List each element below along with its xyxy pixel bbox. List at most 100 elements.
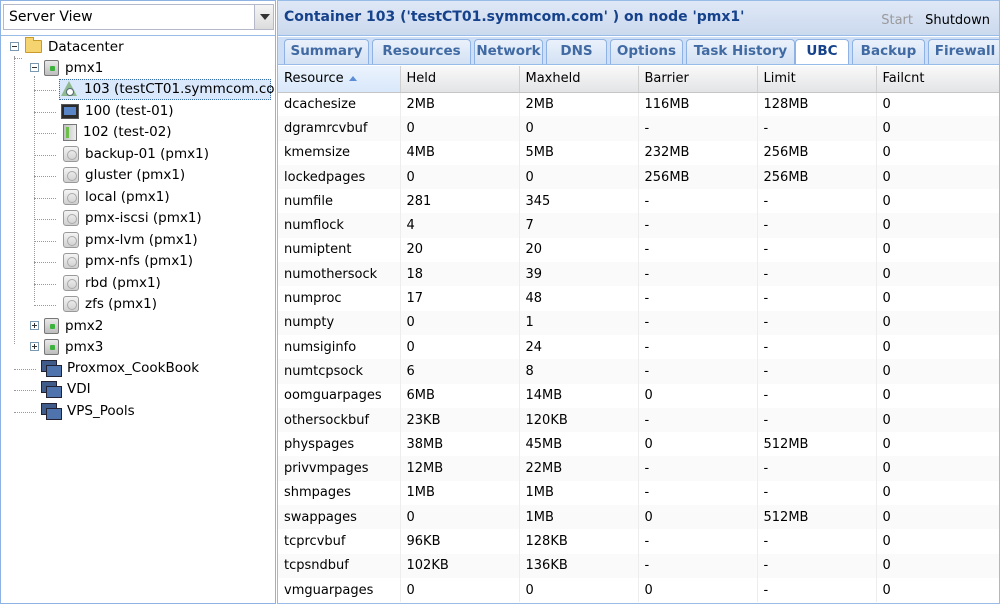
table-cell: - [757, 407, 877, 433]
tab-task-history[interactable]: Task History [686, 39, 795, 64]
tab-backup[interactable]: Backup [852, 39, 925, 64]
expand-pmx3-toggle[interactable] [30, 342, 39, 351]
table-cell: 0 [876, 189, 999, 214]
table-cell: 14MB [519, 383, 639, 408]
tree-node-storage[interactable]: backup-01 (pmx1) [63, 144, 212, 165]
table-row[interactable]: numtcpsock 6 8- -0 [278, 359, 999, 384]
table-row[interactable]: swappages 0 1MB 0 512MB 0 [278, 505, 999, 530]
table-row[interactable]: numpty 0 1- -0 [278, 310, 999, 335]
table-cell: - [757, 262, 877, 287]
tree-node-pool[interactable]: Proxmox_CookBook [41, 358, 202, 379]
table-cell: 136KB [519, 553, 639, 578]
tab-dns[interactable]: DNS [546, 39, 607, 64]
table-cell: - [638, 189, 758, 214]
table-row[interactable]: vmguarpages 0 0 0-0 [278, 577, 999, 603]
table-cell: - [638, 480, 758, 506]
table-cell: 24 [519, 334, 639, 360]
tab-network[interactable]: Network [474, 39, 543, 64]
tree-node-storage[interactable]: pmx-nfs (pmx1) [63, 251, 196, 272]
column-header-resource[interactable]: Resource [278, 66, 401, 93]
table-row[interactable]: physpages 38MB 45MB 0 512MB 0 [278, 432, 999, 457]
table-cell: 0 [876, 383, 999, 408]
column-header-failcnt[interactable]: Failcnt [876, 66, 999, 93]
table-cell: 0 [876, 553, 999, 578]
table-row[interactable]: dgramrcvbuf 0 0- -0 [278, 116, 999, 141]
tab-ubc[interactable]: UBC [795, 39, 849, 64]
tab-firewall[interactable]: Firewall [928, 39, 999, 64]
shutdown-button[interactable]: Shutdown [925, 13, 990, 28]
table-cell: physpages [278, 432, 401, 457]
table-cell: 7 [519, 213, 639, 238]
table-cell: 0 [876, 359, 999, 384]
table-row[interactable]: numothersock 18 39- -0 [278, 262, 999, 287]
table-cell: 256MB [757, 140, 877, 165]
folder-icon [25, 36, 42, 53]
tab-resources[interactable]: Resources [372, 39, 471, 64]
table-cell: - [757, 213, 877, 238]
tree-node-storage[interactable]: rbd (pmx1) [63, 273, 164, 294]
table-row[interactable]: oomguarpages 6MB 14MB 0-0 [278, 383, 999, 408]
table-row[interactable]: dcachesize 2MB 2MB 116MB 128MB 0 [278, 92, 999, 117]
table-row[interactable]: tcprcvbuf 96KB 128KB - -0 [278, 529, 999, 554]
table-row[interactable]: privvmpages 12MB 22MB - -0 [278, 456, 999, 481]
tree-node-storage[interactable]: local (pmx1) [63, 187, 173, 208]
tree-node-storage[interactable]: gluster (pmx1) [63, 165, 188, 186]
tree-node-pool[interactable]: VPS_Pools [41, 401, 138, 422]
column-header-barrier[interactable]: Barrier [638, 66, 758, 93]
tree-node-vm102[interactable]: 102 (test-02) [63, 122, 175, 143]
table-row[interactable]: numflock 4 7- -0 [278, 213, 999, 238]
table-cell: 0 [876, 262, 999, 287]
column-header-limit[interactable]: Limit [757, 66, 877, 93]
table-cell: - [638, 237, 758, 263]
table-cell: - [757, 310, 877, 335]
table-row[interactable]: lockedpages 0 0 256MB 256MB 0 [278, 164, 999, 190]
column-header-maxheld[interactable]: Maxheld [519, 66, 639, 93]
table-cell: 0 [876, 116, 999, 141]
tree-node-vm100[interactable]: 100 (test-01) [61, 101, 177, 122]
table-cell: 48 [519, 286, 639, 311]
storage-icon [63, 189, 79, 205]
tree-node-ct103[interactable]: 103 (testCT01.symmcom.com) [59, 79, 275, 100]
start-button[interactable]: Start [881, 13, 913, 28]
tree-node-storage[interactable]: pmx-iscsi (pmx1) [63, 208, 205, 229]
table-cell: - [757, 529, 877, 554]
table-cell: numpty [278, 310, 401, 335]
table-cell: numiptent [278, 237, 401, 263]
tree-node-pool[interactable]: VDI [41, 379, 94, 400]
column-header-held[interactable]: Held [400, 66, 520, 93]
storage-icon [63, 232, 79, 248]
table-row[interactable]: numfile 281 345- -0 [278, 189, 999, 214]
tree-node-storage[interactable]: zfs (pmx1) [63, 294, 160, 315]
collapse-pmx1-toggle[interactable] [30, 63, 39, 72]
storage-icon [63, 275, 79, 291]
tree-node-datacenter[interactable]: Datacenter [25, 36, 127, 58]
table-row[interactable]: numproc 17 48- -0 [278, 286, 999, 311]
tab-options[interactable]: Options [610, 39, 683, 64]
tab-summary[interactable]: Summary [284, 39, 369, 64]
table-row[interactable]: othersockbuf 23KB 120KB - -0 [278, 407, 999, 433]
table-row[interactable]: shmpages 1MB 1MB - -0 [278, 480, 999, 506]
tab-bar: Summary Resources Network DNS Options Ta… [278, 37, 999, 65]
pool-icon [41, 403, 62, 420]
tree-node-pmx1[interactable]: pmx1 [44, 58, 106, 79]
tree-node-storage[interactable]: pmx-lvm (pmx1) [63, 230, 201, 251]
table-row[interactable]: kmemsize 4MB 5MB 232MB 256MB 0 [278, 140, 999, 165]
table-cell: numtcpsock [278, 359, 401, 384]
table-row[interactable]: numsiginfo 0 24- -0 [278, 334, 999, 360]
table-cell: - [638, 456, 758, 481]
table-cell: - [638, 334, 758, 360]
table-cell: 128MB [757, 92, 877, 117]
server-view-select[interactable]: Server View [3, 4, 274, 30]
table-cell: 6 [400, 359, 520, 384]
table-row[interactable]: numiptent 20 20- -0 [278, 237, 999, 263]
collapse-datacenter-toggle[interactable] [10, 42, 19, 51]
table-cell: 0 [519, 577, 639, 603]
tree-node-pmx3[interactable]: pmx3 [44, 337, 106, 358]
table-row[interactable]: tcpsndbuf 102KB 136KB - -0 [278, 553, 999, 578]
table-cell: 102KB [400, 553, 520, 578]
expand-pmx2-toggle[interactable] [30, 321, 39, 330]
chevron-down-icon[interactable] [254, 5, 273, 29]
table-cell: 96KB [400, 529, 520, 554]
page-title: Container 103 ('testCT01.symmcom.com' ) … [284, 9, 745, 25]
tree-node-pmx2[interactable]: pmx2 [44, 316, 106, 337]
